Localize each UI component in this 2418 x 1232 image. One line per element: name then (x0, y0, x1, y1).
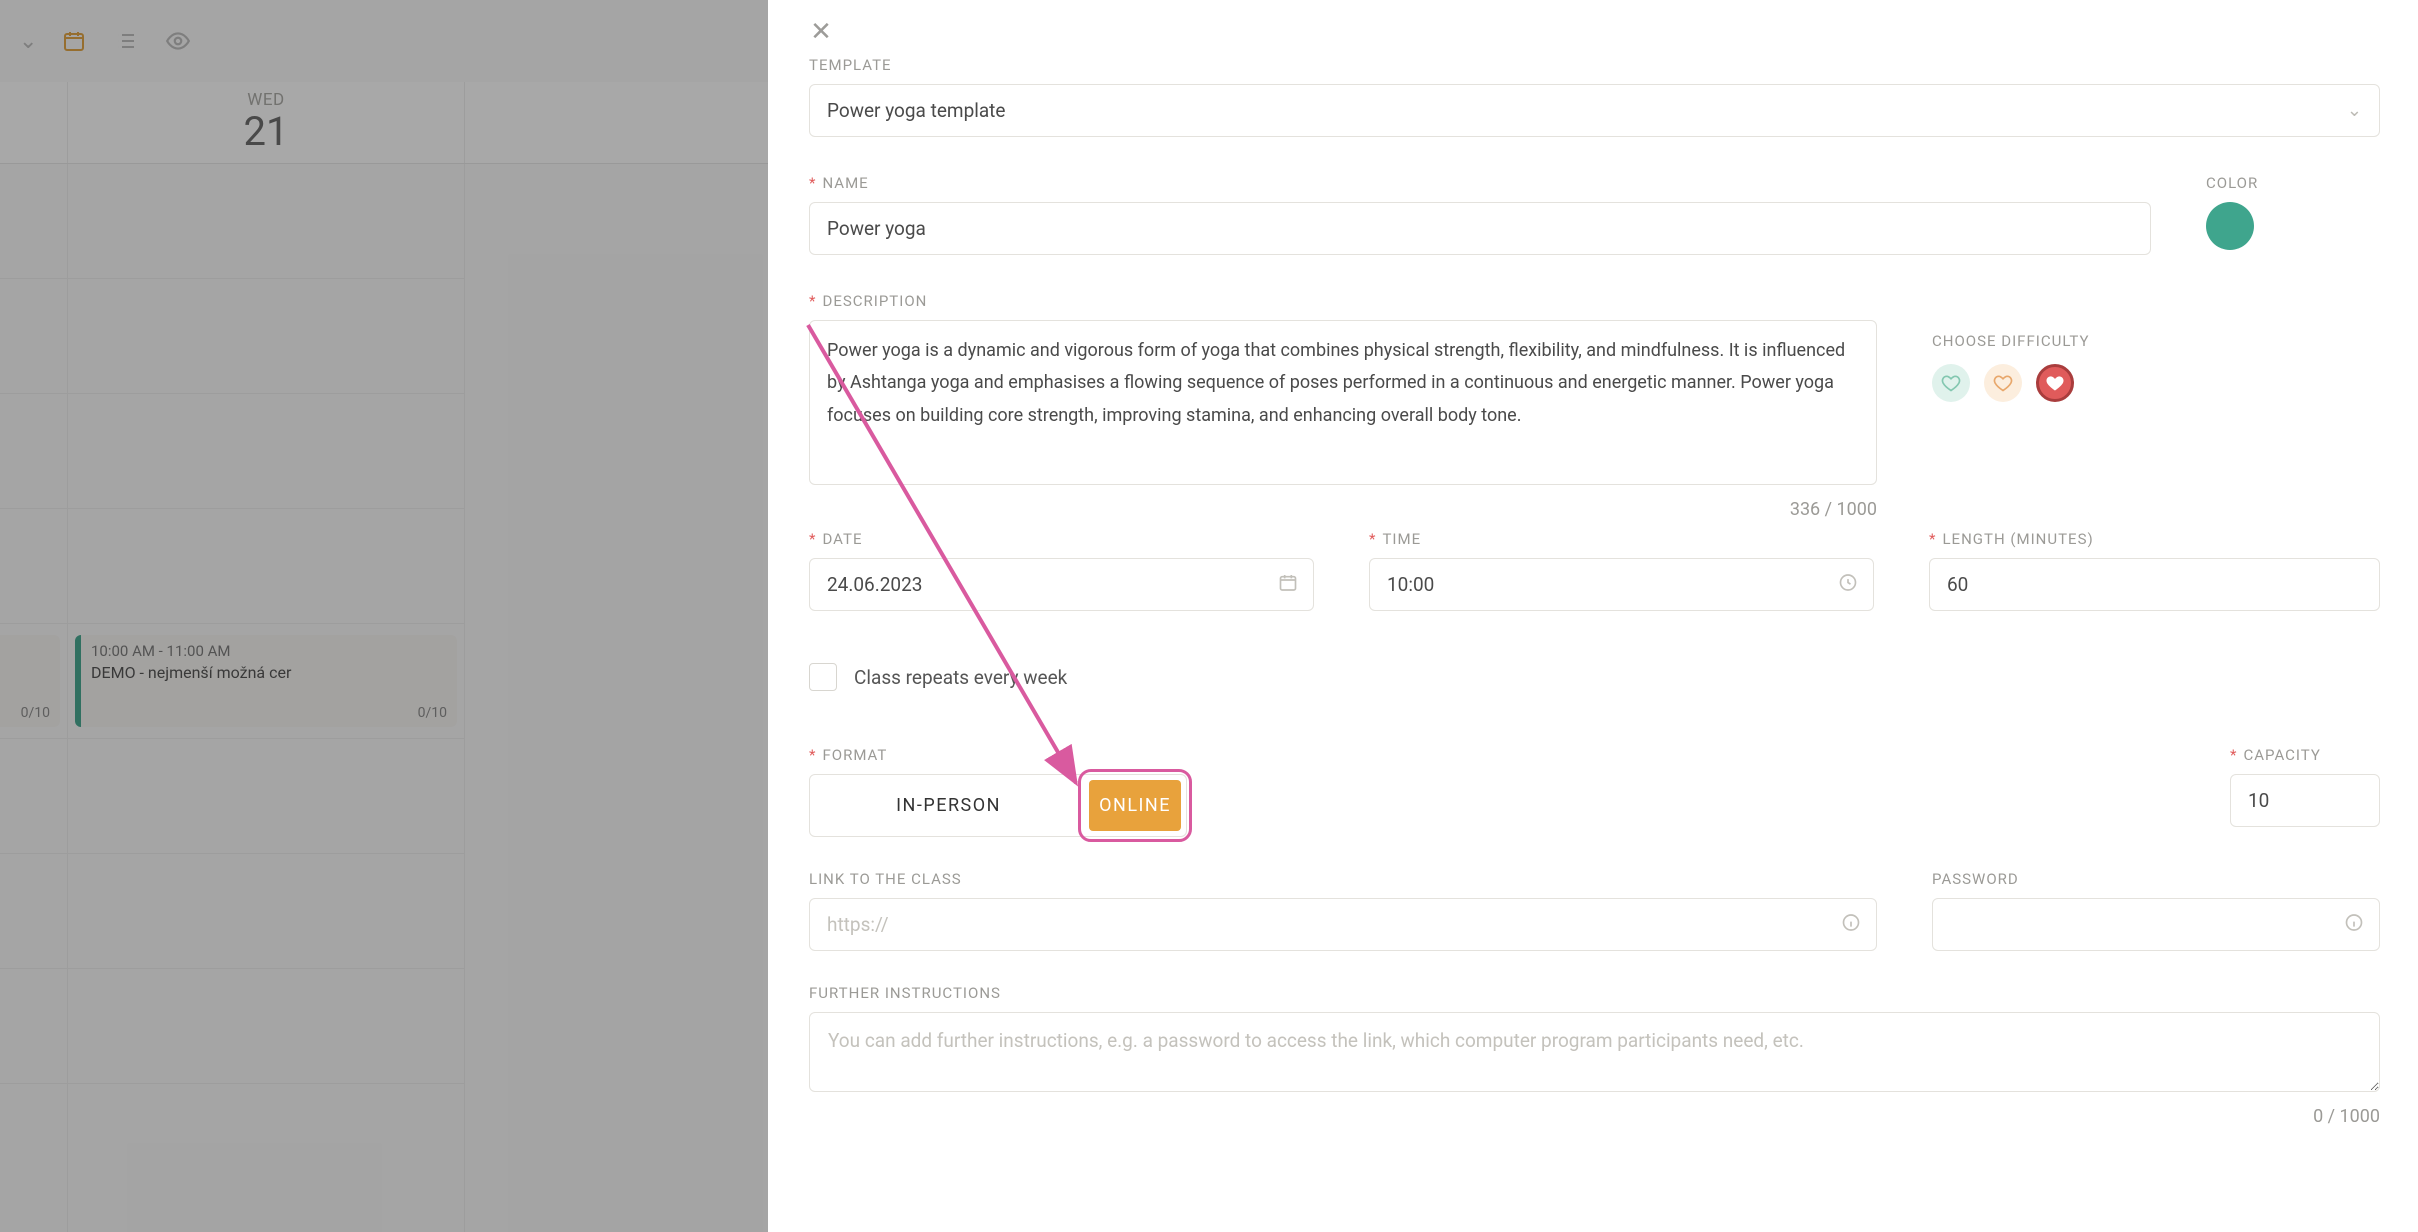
password-label: PASSWORD (1932, 870, 2380, 888)
name-field: *NAME (809, 174, 2151, 255)
difficulty-label: CHOOSE DIFFICULTY (1932, 332, 2089, 350)
info-icon[interactable] (1841, 912, 1861, 937)
format-online-button[interactable]: ONLINE (1089, 780, 1181, 831)
instructions-label: FURTHER INSTRUCTIONS (809, 984, 2380, 1002)
date-time-length-row: *DATE *TIME (809, 530, 2380, 611)
description-counter: 336 / 1000 (809, 499, 1877, 520)
capacity-field: *CAPACITY (2230, 746, 2380, 837)
heart-icon (1993, 373, 2013, 393)
instructions-textarea[interactable] (809, 1012, 2380, 1092)
drawer-inner: ✕ TEMPLATE Power yoga template ⌄ *NAME C… (768, 0, 2418, 1152)
length-field: *LENGTH (MINUTES) (1929, 530, 2380, 611)
close-icon[interactable]: ✕ (807, 18, 835, 46)
difficulty-easy[interactable] (1932, 364, 1970, 402)
format-label: *FORMAT (809, 746, 1187, 764)
template-value: Power yoga template (827, 99, 1005, 122)
clock-icon[interactable] (1838, 572, 1858, 597)
format-field: *FORMAT IN-PERSON ONLINE (809, 746, 1187, 837)
name-input[interactable] (809, 202, 2151, 255)
date-label: *DATE (809, 530, 1314, 548)
difficulty-field: CHOOSE DIFFICULTY (1932, 332, 2089, 520)
difficulty-medium[interactable] (1984, 364, 2022, 402)
repeat-label: Class repeats every week (854, 666, 1067, 689)
instructions-counter: 0 / 1000 (809, 1106, 2380, 1127)
date-input[interactable] (809, 558, 1314, 611)
description-difficulty-row: *DESCRIPTION 336 / 1000 CHOOSE DIFFICULT… (809, 292, 2380, 520)
name-color-row: *NAME COLOR (809, 174, 2380, 255)
template-select[interactable]: Power yoga template ⌄ (809, 84, 2380, 137)
template-label: TEMPLATE (809, 56, 2380, 74)
link-input[interactable] (809, 898, 1877, 951)
app-root: e 2023 ⌄ TUE 20 WED 21 (0, 0, 2418, 1232)
link-label: LINK TO THE CLASS (809, 870, 1877, 888)
capacity-input[interactable] (2230, 774, 2380, 827)
repeat-row: Class repeats every week (809, 663, 2380, 691)
password-field: PASSWORD (1932, 870, 2380, 951)
time-label: *TIME (1369, 530, 1874, 548)
instructions-field: FURTHER INSTRUCTIONS 0 / 1000 (809, 984, 2380, 1127)
difficulty-options (1932, 364, 2089, 402)
color-swatch[interactable] (2206, 202, 2254, 250)
format-inperson-button[interactable]: IN-PERSON (815, 780, 1082, 831)
color-field: COLOR (2206, 174, 2258, 255)
link-password-row: LINK TO THE CLASS PASSWORD (809, 870, 2380, 951)
description-label: *DESCRIPTION (809, 292, 1877, 310)
description-field: *DESCRIPTION 336 / 1000 (809, 292, 1877, 520)
class-form-drawer: ✕ TEMPLATE Power yoga template ⌄ *NAME C… (768, 0, 2418, 1232)
length-label: *LENGTH (MINUTES) (1929, 530, 2380, 548)
repeat-checkbox[interactable] (809, 663, 837, 691)
color-label: COLOR (2206, 174, 2258, 192)
time-input[interactable] (1369, 558, 1874, 611)
format-capacity-row: *FORMAT IN-PERSON ONLINE *CAPACITY (809, 746, 2380, 837)
format-segmented: IN-PERSON ONLINE (809, 774, 1187, 837)
annotation-ring: ONLINE (1078, 769, 1192, 842)
heart-icon (1941, 373, 1961, 393)
time-field: *TIME (1369, 530, 1874, 611)
capacity-label: *CAPACITY (2230, 746, 2380, 764)
date-field: *DATE (809, 530, 1314, 611)
password-input[interactable] (1932, 898, 2380, 951)
difficulty-hard[interactable] (2036, 364, 2074, 402)
name-label: *NAME (809, 174, 2151, 192)
info-icon[interactable] (2344, 912, 2364, 937)
template-field: TEMPLATE Power yoga template ⌄ (809, 56, 2380, 137)
description-textarea[interactable] (809, 320, 1877, 485)
length-input[interactable] (1929, 558, 2380, 611)
calendar-icon[interactable] (1278, 572, 1298, 597)
heart-icon (2045, 373, 2065, 393)
chevron-down-icon: ⌄ (2347, 100, 2362, 121)
link-field: LINK TO THE CLASS (809, 870, 1877, 951)
